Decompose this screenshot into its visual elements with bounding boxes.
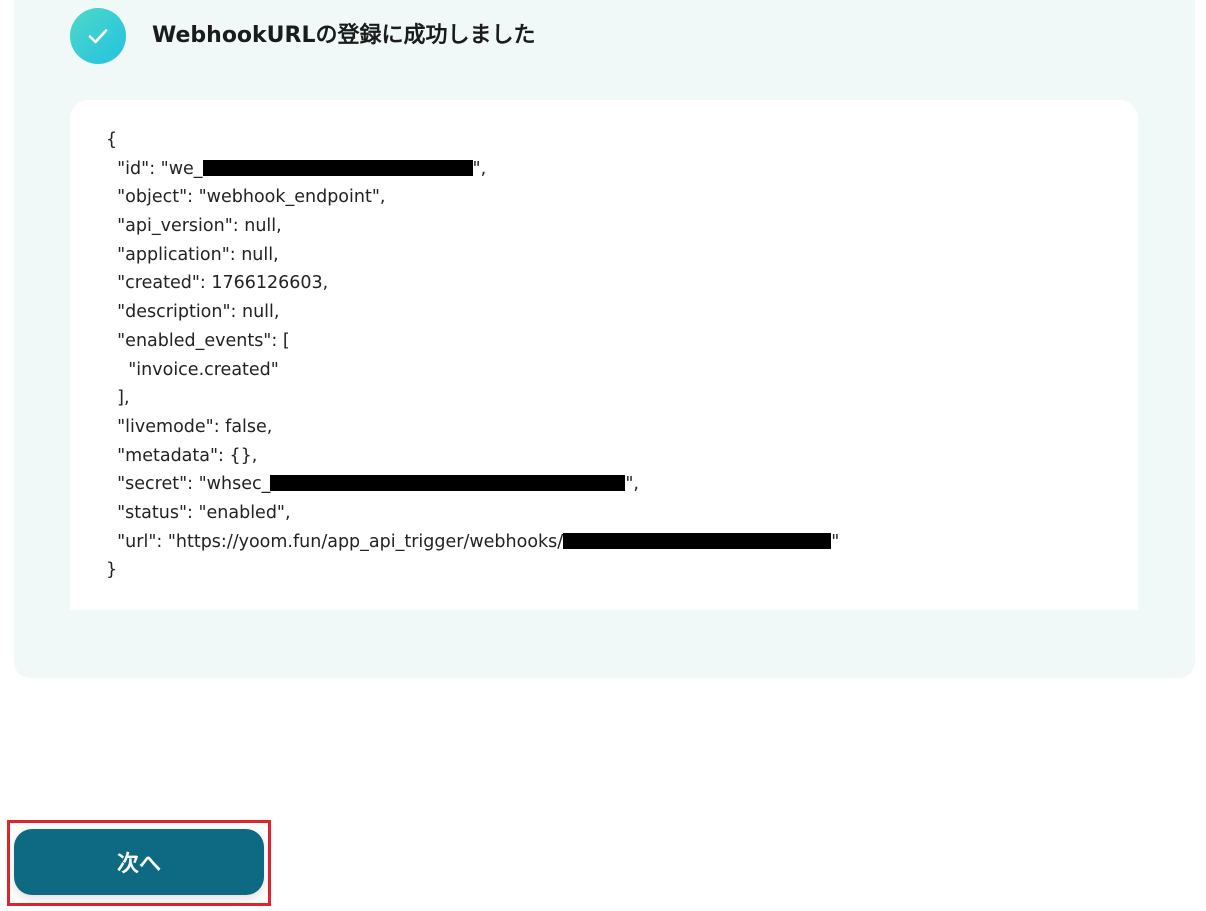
json-id-key: "id": "we_ [106,158,203,179]
json-secret-key: "secret": "whsec_ [106,474,271,495]
json-line: "object": "webhook_endpoint", [106,187,386,208]
json-url-key: "url": "https://yoom.fun/app_api_trigger… [106,531,564,552]
json-response-box: { "id": "we_ ", "object": "webhook_endpoi… [70,100,1138,610]
json-line: "status": "enabled", [106,502,291,523]
success-title: WebhookURLの登録に成功しました [152,23,536,48]
json-url-end: " [831,531,840,552]
json-line: "metadata": {}, [106,445,258,466]
json-response-text: { "id": "we_ ", "object": "webhook_endpoi… [106,126,839,585]
json-id-end: ", [472,158,487,179]
json-line-secret: "secret": "whsec_ ", [106,470,839,499]
json-secret-end: ", [625,474,639,495]
next-button[interactable]: 次へ [14,829,264,895]
json-line: "livemode": false, [106,416,273,437]
page: WebhookURLの登録に成功しました { "id": "we_ ", "obj… [0,0,1206,911]
json-line: "api_version": null, [106,216,282,237]
json-line: } [106,560,118,581]
json-line: "invoice.created" [106,359,279,380]
json-line: { [106,130,118,150]
redacted-id [202,159,473,176]
check-icon [88,29,108,44]
json-line-url: "url": "https://yoom.fun/app_api_trigger… [106,528,839,557]
json-line: ], [106,388,130,409]
json-line: "enabled_events": [ [106,330,290,351]
json-line: "description": null, [106,302,280,323]
redacted-url [563,532,832,549]
json-line: "application": null, [106,244,279,265]
json-line-id: "id": "we_ ", [106,155,839,184]
success-badge [70,8,126,64]
json-line: "created": 1766126603, [106,273,329,294]
redacted-secret [270,475,626,492]
